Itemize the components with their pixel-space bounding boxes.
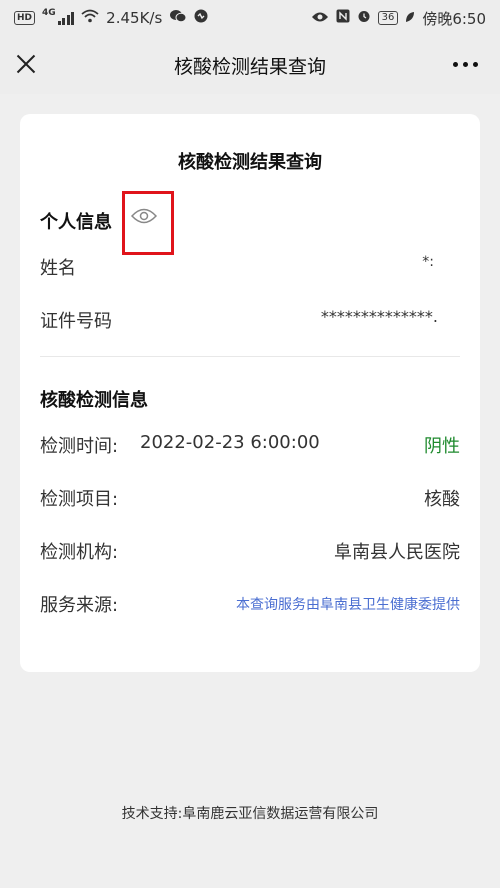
more-options-icon[interactable] [453, 62, 478, 67]
test-result-badge: 阴性 [424, 436, 460, 457]
personal-info-heading: 个人信息 [40, 212, 112, 233]
hd-badge: HD [14, 11, 36, 25]
section-divider [40, 356, 460, 357]
card-title: 核酸检测结果查询 [178, 152, 322, 173]
network-speed: 2.45K/s [106, 9, 163, 27]
footer-support-text: 技术支持:阜南鹿云亚信数据运营有限公司 [121, 806, 379, 822]
result-card: 核酸检测结果查询 个人信息 姓名 *: 证件号码 **************.… [20, 114, 480, 672]
status-bar-left: HD 4G 2.45K/s [14, 8, 208, 27]
nav-title: 核酸检测结果查询 [173, 55, 326, 78]
test-org-value: 阜南县人民医院 [334, 542, 460, 563]
app-notification-icon [194, 9, 208, 27]
id-number-label: 证件号码 [40, 311, 112, 332]
status-bar: HD 4G 2.45K/s 36 傍晚6:50 [0, 0, 500, 36]
wifi-icon [81, 9, 99, 27]
nfc-icon [336, 9, 350, 27]
wechat-notification-icon [169, 9, 187, 27]
alarm-icon [357, 9, 371, 27]
test-time-label: 检测时间: [40, 436, 119, 457]
battery-icon: 36 [377, 11, 399, 25]
eco-leaf-icon [405, 9, 415, 27]
test-org-label: 检测机构: [40, 542, 119, 563]
network-type: 4G [42, 8, 56, 18]
name-label: 姓名 [40, 258, 76, 279]
test-info-heading: 核酸检测信息 [40, 390, 148, 411]
eye-icon[interactable] [131, 207, 157, 225]
test-item-value: 核酸 [424, 489, 460, 510]
eye-comfort-icon [311, 9, 329, 27]
clock-time: 傍晚6:50 [422, 9, 486, 28]
test-time-value: 2022-02-23 6:00:00 [140, 432, 320, 453]
test-item-label: 检测项目: [40, 489, 119, 510]
signal-icon [57, 11, 75, 25]
service-source-link[interactable]: 本查询服务由阜南县卫生健康委提供 [236, 594, 460, 614]
service-source-label: 服务来源: [40, 595, 119, 616]
eye-highlight-box [122, 191, 174, 255]
status-bar-right: 36 傍晚6:50 [311, 8, 486, 29]
id-number-value: **************. [320, 307, 438, 326]
close-icon[interactable] [14, 52, 38, 76]
nav-bar: 核酸检测结果查询 [0, 36, 500, 94]
name-value: *: [422, 254, 434, 270]
